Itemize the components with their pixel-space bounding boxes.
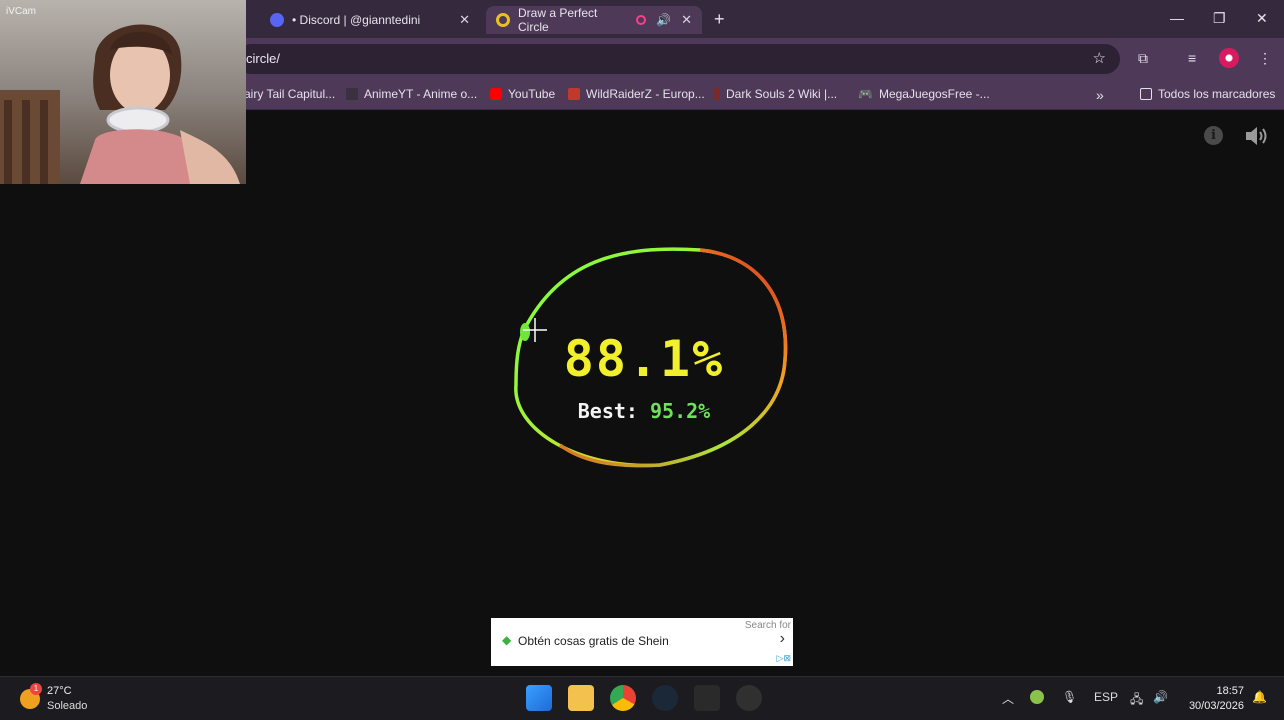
youtube-icon	[490, 88, 502, 100]
profile-avatar[interactable]	[1219, 48, 1239, 68]
best-value: 95.2%	[650, 399, 711, 423]
screen: • Discord | @gianntedini ✕ Draw a Perfec…	[0, 0, 1284, 720]
bookmark-item[interactable]: WildRaiderZ - Europ...	[568, 87, 705, 101]
chrome-icon[interactable]	[610, 685, 636, 711]
bookmark-item[interactable]: AnimeYT - Anime o...	[346, 87, 477, 101]
bookmarks-overflow-chevron-icon[interactable]: »	[1096, 87, 1104, 103]
language-indicator[interactable]: ESP	[1094, 690, 1118, 704]
speaker-icon[interactable]: 🔊	[656, 13, 671, 27]
shein-ad-icon: ◆	[502, 633, 512, 647]
more-menu-icon[interactable]: ⋮	[1258, 50, 1272, 67]
bookmark-label: airy Tail Capitul...	[244, 87, 336, 101]
close-window-button[interactable]: ✕	[1256, 10, 1268, 27]
bookmark-label: WildRaiderZ - Europ...	[586, 87, 705, 101]
network-icon[interactable]: 🖧	[1130, 690, 1143, 711]
windows-start-icon[interactable]	[526, 685, 552, 711]
tray-app-icon[interactable]	[1030, 690, 1044, 704]
weather-condition[interactable]: Soleado	[47, 700, 87, 712]
chevron-right-icon[interactable]: ›	[780, 630, 785, 648]
webcam-label: iVCam	[6, 6, 37, 17]
ad-text: Obtén cosas gratis de Shein	[518, 634, 669, 648]
best-label: Best:	[577, 399, 638, 423]
bookmark-item[interactable]: airy Tail Capitul...	[244, 87, 335, 101]
circle-game-icon	[496, 13, 510, 27]
chevron-up-icon[interactable]: ︿	[1002, 690, 1014, 707]
close-icon[interactable]: ✕	[681, 12, 692, 28]
clock-time[interactable]: 18:57	[1184, 685, 1244, 697]
page-icon	[346, 88, 358, 100]
clock-date[interactable]: 30/03/2026	[1184, 700, 1244, 712]
restore-button[interactable]: ❐	[1213, 10, 1226, 27]
address-bar[interactable]: circle/ ☆	[236, 44, 1120, 74]
all-bookmarks-folder[interactable]: Todos los marcadores	[1140, 87, 1275, 101]
folder-icon	[1140, 88, 1152, 100]
bookmark-label: Dark Souls 2 Wiki |...	[726, 87, 838, 101]
bookmark-label: MegaJuegosFree -...	[878, 87, 990, 101]
tab-draw-perfect-circle[interactable]: Draw a Perfect Circle 🔊 ✕	[486, 6, 702, 34]
score-value: 88.1%	[563, 330, 725, 388]
bookmark-label: AnimeYT - Anime o...	[364, 87, 478, 101]
close-icon[interactable]: ✕	[459, 12, 470, 28]
recording-icon	[636, 15, 647, 25]
weather-temp[interactable]: 27°C	[47, 685, 72, 697]
adchoices-icon[interactable]: ▷⊠	[777, 653, 791, 664]
bookmark-item[interactable]: Dark Souls 2 Wiki |...	[714, 87, 837, 101]
file-explorer-icon[interactable]	[568, 685, 594, 711]
new-tab-button[interactable]: +	[714, 9, 725, 30]
notification-badge: 1	[30, 683, 42, 695]
bookmark-label: YouTube	[508, 87, 556, 101]
best-score: Best: 95.2%	[516, 399, 772, 423]
minimize-button[interactable]: —	[1170, 10, 1184, 26]
notifications-icon[interactable]: 🔔	[1252, 690, 1267, 704]
webcam-overlay: iVCam	[0, 0, 246, 184]
taskbar: 1 27°C Soleado ︿ 🎙 ESP 🖧 🔊 18:57 30/03/2…	[0, 676, 1284, 720]
bookmark-label: Todos los marcadores	[1158, 87, 1276, 101]
microphone-icon[interactable]: 🎙	[1062, 690, 1077, 704]
bookmark-star-icon[interactable]: ☆	[1093, 49, 1106, 67]
tab-title: • Discord | @gianntedini	[292, 13, 421, 27]
drawn-circle	[514, 247, 788, 468]
wildraiderz-icon	[568, 88, 580, 100]
bookmark-item[interactable]: YouTube	[490, 87, 555, 101]
epic-games-icon[interactable]	[694, 685, 720, 711]
discord-icon	[270, 13, 284, 27]
ad-banner[interactable]: ◆ Obtén cosas gratis de Shein Search for…	[491, 618, 793, 666]
tab-discord[interactable]: • Discord | @gianntedini ✕	[260, 6, 480, 34]
tab-title: Draw a Perfect Circle	[518, 6, 598, 34]
obs-icon[interactable]	[736, 685, 762, 711]
extensions-icon[interactable]: ⧉	[1138, 50, 1148, 67]
gamepad-icon: 🎮	[858, 87, 873, 101]
webcam-feed	[0, 24, 240, 184]
bookmark-item[interactable]: 🎮 MegaJuegosFree -...	[858, 87, 990, 101]
wiki-icon	[714, 88, 720, 100]
media-control-icon[interactable]: ≡	[1188, 50, 1196, 66]
game-page[interactable]: i 88.1% Best: 95.2% ◆ Obtén cosas gratis…	[0, 110, 1284, 676]
steam-icon[interactable]	[652, 685, 678, 711]
url-text: circle/	[246, 51, 280, 66]
volume-icon[interactable]: 🔊	[1153, 690, 1168, 704]
